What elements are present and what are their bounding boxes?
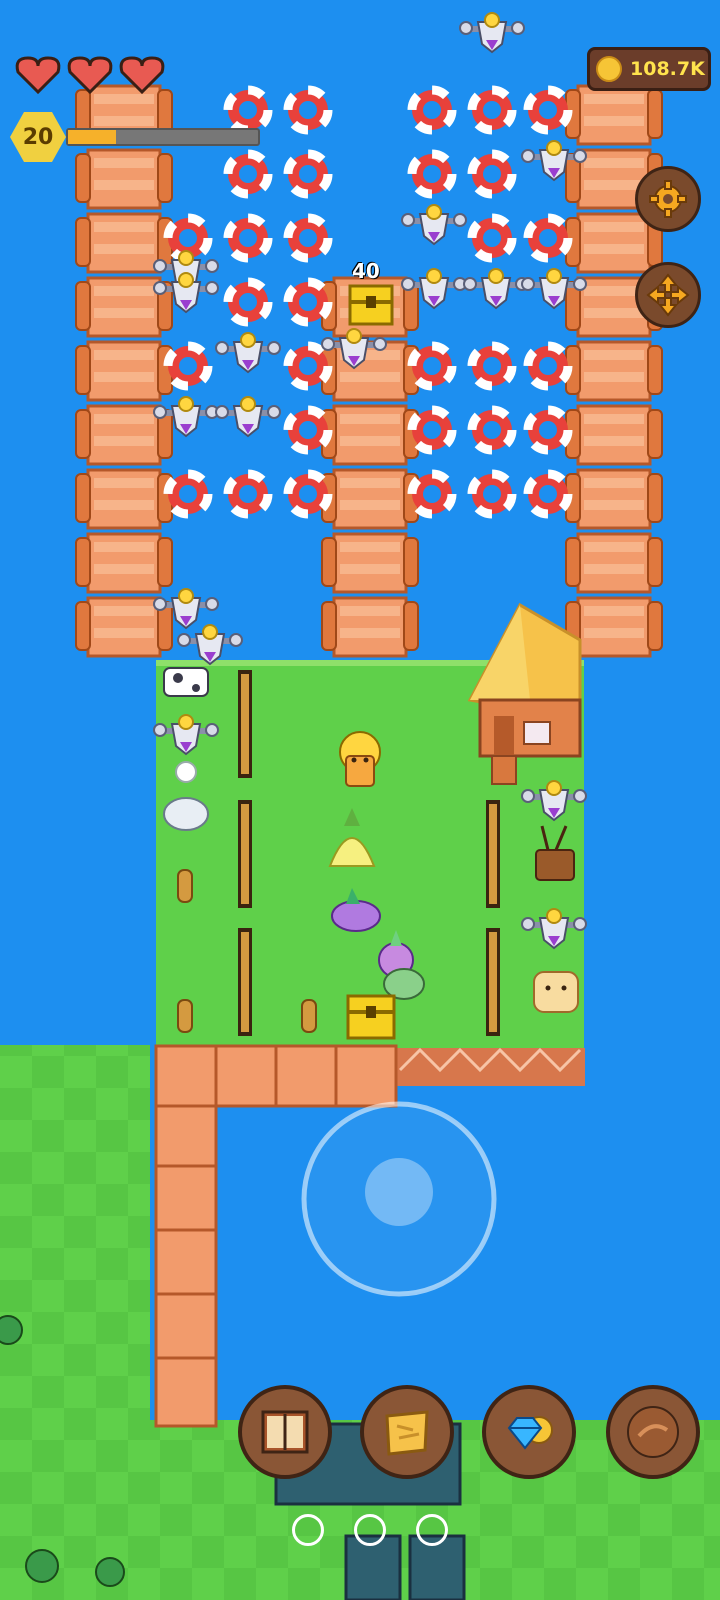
- goblin-bottom-2[interactable]: [95, 1557, 125, 1587]
- coin-amount: 108.7K: [630, 58, 705, 80]
- gear-icon: [649, 180, 687, 218]
- inventory-button[interactable]: [606, 1385, 700, 1479]
- goblin-left[interactable]: [0, 1315, 23, 1345]
- joystick-knob: [365, 1158, 433, 1226]
- page-dot-2[interactable]: [354, 1514, 386, 1546]
- virtual-joystick[interactable]: [301, 1101, 497, 1297]
- map-button[interactable]: [360, 1385, 454, 1479]
- dock-left: [74, 84, 174, 658]
- move-mode-button[interactable]: [635, 262, 701, 328]
- player-character[interactable]: [339, 731, 381, 787]
- loot-chest[interactable]: [346, 994, 396, 1040]
- xp-bar-fill: [68, 130, 116, 144]
- cow[interactable]: [163, 667, 209, 697]
- book-icon: [261, 1410, 309, 1454]
- coin-counter: 108.7K: [587, 47, 711, 91]
- floating-reward-number: 40: [352, 259, 380, 283]
- page-dot-3[interactable]: [416, 1514, 448, 1546]
- farm-house[interactable]: [467, 602, 582, 785]
- dock-middle: [320, 276, 420, 658]
- shop-button[interactable]: [482, 1385, 576, 1479]
- treasure-chest[interactable]: [348, 284, 394, 326]
- coin-icon: [596, 56, 622, 82]
- settings-button[interactable]: [635, 166, 701, 232]
- goblin-bottom-1[interactable]: [25, 1549, 59, 1583]
- gem-coin-icon: [507, 1416, 553, 1450]
- bread-creature[interactable]: [533, 971, 579, 1013]
- game-world: [0, 12, 720, 1600]
- heart-icon: [15, 56, 61, 95]
- page-dot-1[interactable]: [292, 1514, 324, 1546]
- chicken[interactable]: [175, 761, 197, 783]
- move-arrows-icon: [646, 273, 690, 317]
- sheep[interactable]: [163, 797, 209, 831]
- health-hearts: [15, 56, 165, 95]
- leather-bag-icon: [627, 1406, 679, 1458]
- map-scroll-icon: [385, 1410, 429, 1456]
- level-number: 20: [22, 124, 54, 150]
- xp-bar: [66, 128, 260, 146]
- journal-button[interactable]: [238, 1385, 332, 1479]
